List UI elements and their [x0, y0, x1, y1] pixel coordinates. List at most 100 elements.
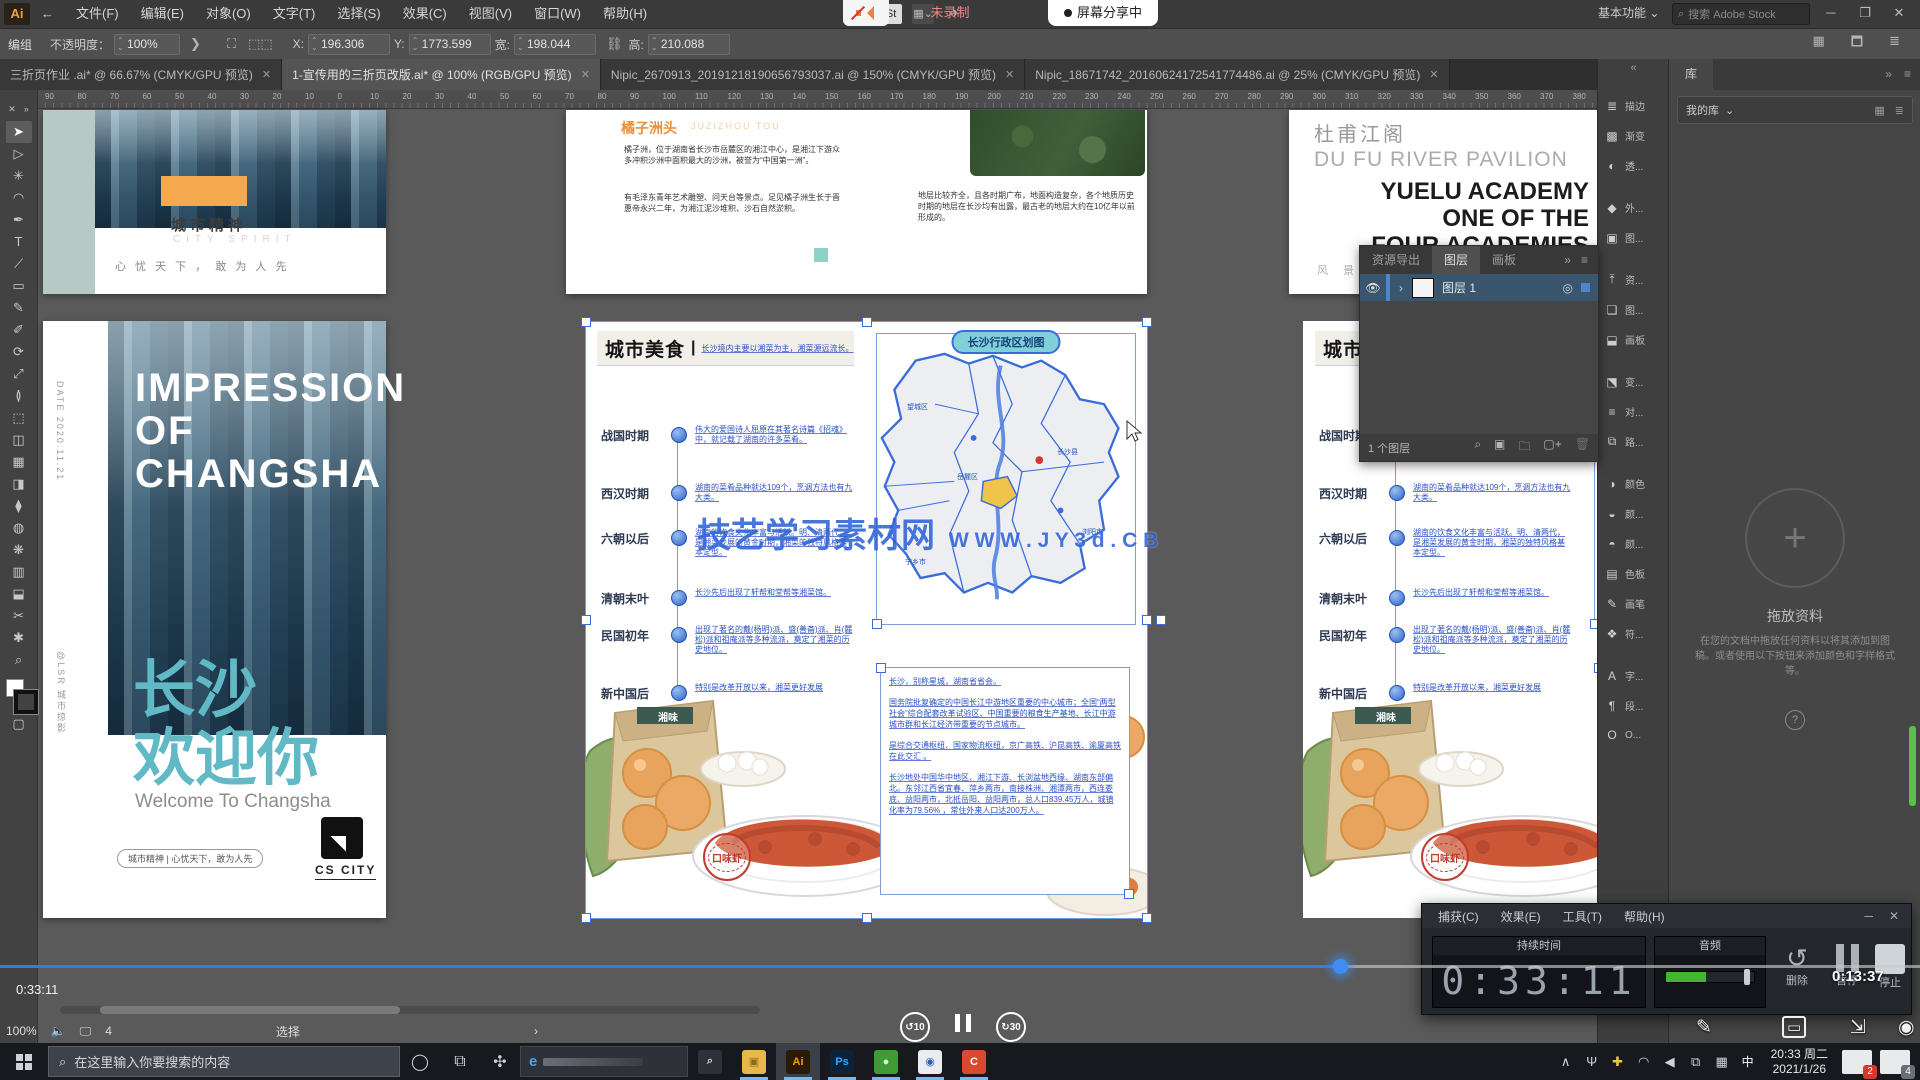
taskbar-illustrator[interactable]: Ai [776, 1043, 820, 1080]
selection-handle[interactable] [581, 317, 591, 327]
layer-thumbnail[interactable] [1412, 278, 1434, 298]
menu-4[interactable]: 选择(S) [326, 0, 391, 28]
tab-close-icon[interactable]: ✕ [1005, 68, 1014, 81]
brushes-panel[interactable]: ✎画笔 [1604, 596, 1645, 611]
taskbar-app-blue[interactable]: ◉ [908, 1043, 952, 1080]
tab-libraries[interactable]: 库 [1669, 58, 1713, 90]
rewind-10-button[interactable]: ↺10 [900, 1012, 930, 1042]
layers-panel-icon[interactable]: ❏图... [1604, 302, 1643, 317]
notes-app-icon[interactable]: 4 [1880, 1050, 1910, 1074]
grid-view-icon[interactable]: ▦ [1874, 104, 1884, 117]
target-circle-icon[interactable]: ◎ [1563, 281, 1573, 295]
visibility-eye-icon[interactable]: 👁 [1360, 281, 1386, 295]
library-selector[interactable]: 我的库⌄ ▦ ≣ [1677, 96, 1913, 124]
paragraph-panel[interactable]: ¶段... [1604, 698, 1643, 713]
h-field[interactable]: 210.088 [648, 34, 730, 55]
free-transform-tool[interactable]: ⬚ [6, 407, 32, 429]
menu-0[interactable]: 文件(F) [65, 0, 130, 28]
library-scrollbar-thumb[interactable] [1909, 726, 1916, 806]
scale-tool[interactable]: ⤢ [6, 363, 32, 385]
align-icons[interactable]: ⬚⬚ [248, 36, 273, 52]
document-tab-1[interactable]: 1-宣传用的三折页改版.ai* @ 100% (RGB/GPU 预览)✕ [282, 58, 601, 90]
close-button[interactable]: ✕ [1882, 0, 1916, 26]
gradient-tool[interactable]: ◨ [6, 473, 32, 495]
shape-builder-tool[interactable]: ◫ [6, 429, 32, 451]
asset-export-panel[interactable]: ⤒资... [1604, 272, 1643, 287]
recorder-close[interactable]: ✕ [1889, 909, 1899, 923]
recorder-menu-1[interactable]: 效果(E) [1491, 908, 1551, 925]
touch-keyboard-icon[interactable]: ▦ [1709, 1054, 1735, 1070]
artboard-nav[interactable]: 4 [105, 1024, 112, 1038]
link-dimensions-icon[interactable]: ⛓ [606, 36, 623, 52]
taskbar-photoshop[interactable]: Ps [820, 1043, 864, 1080]
artboards-panel[interactable]: ⬓画板 [1604, 332, 1645, 347]
menu-7[interactable]: 窗口(W) [523, 0, 592, 28]
new-sublayer-icon[interactable]: 🗀 [1518, 437, 1530, 458]
menu-8[interactable]: 帮助(H) [592, 0, 658, 28]
canvas[interactable]: 9080706050403020100102030405060708090100… [37, 90, 1597, 1043]
transparency-panel[interactable]: ◐透... [1604, 158, 1643, 173]
magic-wand-tool[interactable]: ✳ [6, 165, 32, 187]
selected-art-indicator[interactable] [1581, 283, 1590, 292]
zoom-tool[interactable]: ⌕ [6, 649, 32, 671]
selection-handle[interactable] [1142, 913, 1152, 923]
pinwheel-app-icon[interactable]: ✣ [480, 1043, 520, 1080]
selection-handle[interactable] [862, 913, 872, 923]
recorder-minimize[interactable]: ─ [1864, 909, 1873, 923]
recorder-menu-2[interactable]: 工具(T) [1553, 908, 1612, 925]
swatches-panel[interactable]: ▤色板 [1604, 566, 1645, 581]
selection-handle[interactable] [1142, 317, 1152, 327]
taskbar-clock[interactable]: 20:33 周二2021/1/26 [1771, 1047, 1828, 1077]
document-tab-0[interactable]: 三折页作业 .ai* @ 66.67% (CMYK/GPU 预览)✕ [0, 58, 282, 90]
webcam-icon[interactable]: ◉ [1898, 1016, 1915, 1039]
make-mask-icon[interactable]: ▣ [1494, 437, 1505, 458]
pen-tool[interactable]: ✒ [6, 209, 32, 231]
graphic-styles-panel[interactable]: ▣图... [1604, 230, 1643, 245]
layer-row[interactable]: 👁 › 图层 1 ◎ [1360, 274, 1598, 301]
new-layer-icon[interactable]: ▢+ [1543, 437, 1561, 458]
align-panel[interactable]: ≡对... [1604, 404, 1643, 419]
locate-object-icon[interactable]: ⌕ [1474, 437, 1481, 458]
taskbar-camtasia[interactable]: C [952, 1043, 996, 1080]
audio-slider-handle[interactable] [1744, 969, 1750, 985]
document-tab-2[interactable]: Nipic_2670913_20191218190656793037.ai @ … [601, 58, 1025, 90]
panel-menu-icon[interactable]: ≣ [1889, 33, 1900, 55]
selection-handle-extra[interactable] [1156, 615, 1166, 625]
graph-tool[interactable]: ▥ [6, 561, 32, 583]
speaker-icon[interactable]: 🔈 [51, 1024, 66, 1038]
layer-name[interactable]: 图层 1 [1442, 279, 1476, 296]
artboard-mid-spread[interactable]: 城市美食|长沙境内主要以湘菜为主，湘菜源远流长。 战国时期伟大的爱国诗人屈原在其… [585, 321, 1147, 918]
tab-artboards[interactable]: 画板 [1480, 246, 1528, 274]
tab-asset-export[interactable]: 资源导出 [1360, 246, 1432, 274]
pathfinder-panel[interactable]: ⧉路... [1604, 434, 1643, 449]
w-field[interactable]: 198.044 [514, 34, 596, 55]
eyedropper-tool[interactable]: ⧫ [6, 495, 32, 517]
delete-layer-icon[interactable]: 🗑 [1575, 437, 1590, 458]
status-chevron-icon[interactable]: › [534, 1024, 538, 1038]
taskbar-search-input[interactable]: ⌕ 在这里输入你要搜索的内容 [48, 1046, 400, 1077]
pause-video-button[interactable] [952, 1014, 974, 1035]
tab-close-icon[interactable]: ✕ [1429, 68, 1438, 81]
toolbar-collapse-icon[interactable]: » [24, 104, 29, 115]
lib-menu-icon[interactable]: ≡ [1904, 67, 1911, 81]
notification-app-icon[interactable]: 2 [1842, 1050, 1872, 1074]
selection-handle[interactable] [862, 317, 872, 327]
panel-menu-icon[interactable]: ≡ [1581, 253, 1588, 267]
recorder-menu-3[interactable]: 帮助(H) [1614, 908, 1675, 925]
panel-collapse-icon[interactable]: » [1564, 253, 1571, 267]
horizontal-scrollbar[interactable] [60, 1006, 760, 1014]
video-progress-bar[interactable] [0, 965, 1920, 968]
symbols-panel[interactable]: ❖符... [1604, 626, 1643, 641]
transform-panel[interactable]: ⬔变... [1604, 374, 1643, 389]
lib-collapse-icon[interactable]: » [1885, 67, 1892, 81]
slice-tool[interactable]: ✂ [6, 605, 32, 627]
start-button[interactable] [16, 1054, 32, 1070]
mute-indicator[interactable] [843, 0, 889, 26]
tab-close-icon[interactable]: ✕ [262, 68, 271, 81]
line-tool[interactable]: ⟋ [6, 253, 32, 275]
color-themes-panel[interactable]: ◓颜... [1604, 536, 1643, 551]
mesh-tool[interactable]: ▦ [6, 451, 32, 473]
rectangle-tool[interactable]: ▭ [6, 275, 32, 297]
hand-tool[interactable]: ✱ [6, 627, 32, 649]
rotate-tool[interactable]: ⟳ [6, 341, 32, 363]
